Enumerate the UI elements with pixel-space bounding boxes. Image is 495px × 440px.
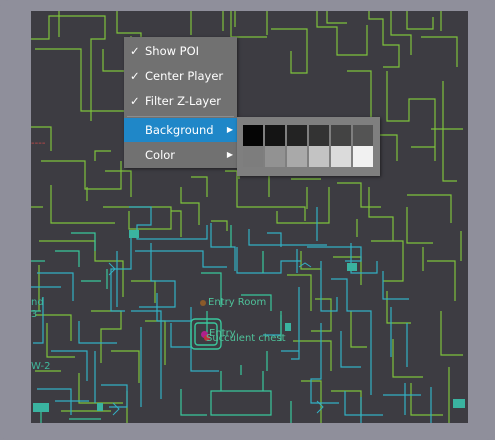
offscreen-label-mid: 3: [31, 309, 38, 320]
entry-room-label: Entry Room: [208, 297, 267, 308]
menu-item-label: Color: [145, 148, 176, 162]
background-swatch[interactable]: [265, 146, 285, 167]
menu-item-show-poi[interactable]: ✓ Show POI: [124, 39, 237, 63]
background-color-palette: [237, 117, 380, 176]
menu-item-label: Show POI: [145, 44, 200, 58]
map-walls: [31, 11, 465, 423]
menu-item-center-player[interactable]: ✓ Center Player: [124, 64, 237, 88]
menu-item-background[interactable]: Background ▶: [124, 118, 237, 142]
background-swatch[interactable]: [287, 125, 307, 146]
background-swatch[interactable]: [353, 125, 373, 146]
menu-item-label: Filter Z-Layer: [145, 94, 222, 108]
context-menu: ✓ Show POI ✓ Center Player ✓ Filter Z-La…: [124, 37, 237, 168]
background-swatch[interactable]: [331, 146, 351, 167]
poi-label: Succulent chest: [206, 333, 286, 344]
background-swatch[interactable]: [287, 146, 307, 167]
submenu-arrow-icon: ▶: [226, 150, 233, 159]
menu-item-label: Center Player: [145, 69, 224, 83]
background-swatch[interactable]: [353, 146, 373, 167]
entry-room-marker[interactable]: [200, 300, 206, 306]
checkmark-icon: ✓: [130, 69, 140, 83]
background-swatch[interactable]: [331, 125, 351, 146]
submenu-arrow-icon: ▶: [226, 125, 233, 134]
menu-item-filter-z-layer[interactable]: ✓ Filter Z-Layer: [124, 89, 237, 113]
background-swatch[interactable]: [243, 125, 263, 146]
checkmark-icon: ✓: [130, 44, 140, 58]
window-frame: ---- nd 3 W-2 Entry Room Entry Succulent…: [0, 0, 495, 440]
menu-item-color[interactable]: Color ▶: [124, 143, 237, 167]
background-swatch[interactable]: [309, 146, 329, 167]
background-swatch[interactable]: [309, 125, 329, 146]
map-view[interactable]: ---- nd 3 W-2 Entry Room Entry Succulent…: [31, 11, 468, 423]
background-swatch[interactable]: [265, 125, 285, 146]
offscreen-label-bottom: W-2: [31, 361, 51, 372]
red-marker-label: ----: [31, 138, 46, 149]
checkmark-icon: ✓: [130, 94, 140, 108]
background-swatch[interactable]: [243, 146, 263, 167]
offscreen-label-top: nd: [31, 297, 44, 308]
menu-separator: [127, 116, 234, 117]
menu-item-label: Background: [145, 123, 214, 137]
